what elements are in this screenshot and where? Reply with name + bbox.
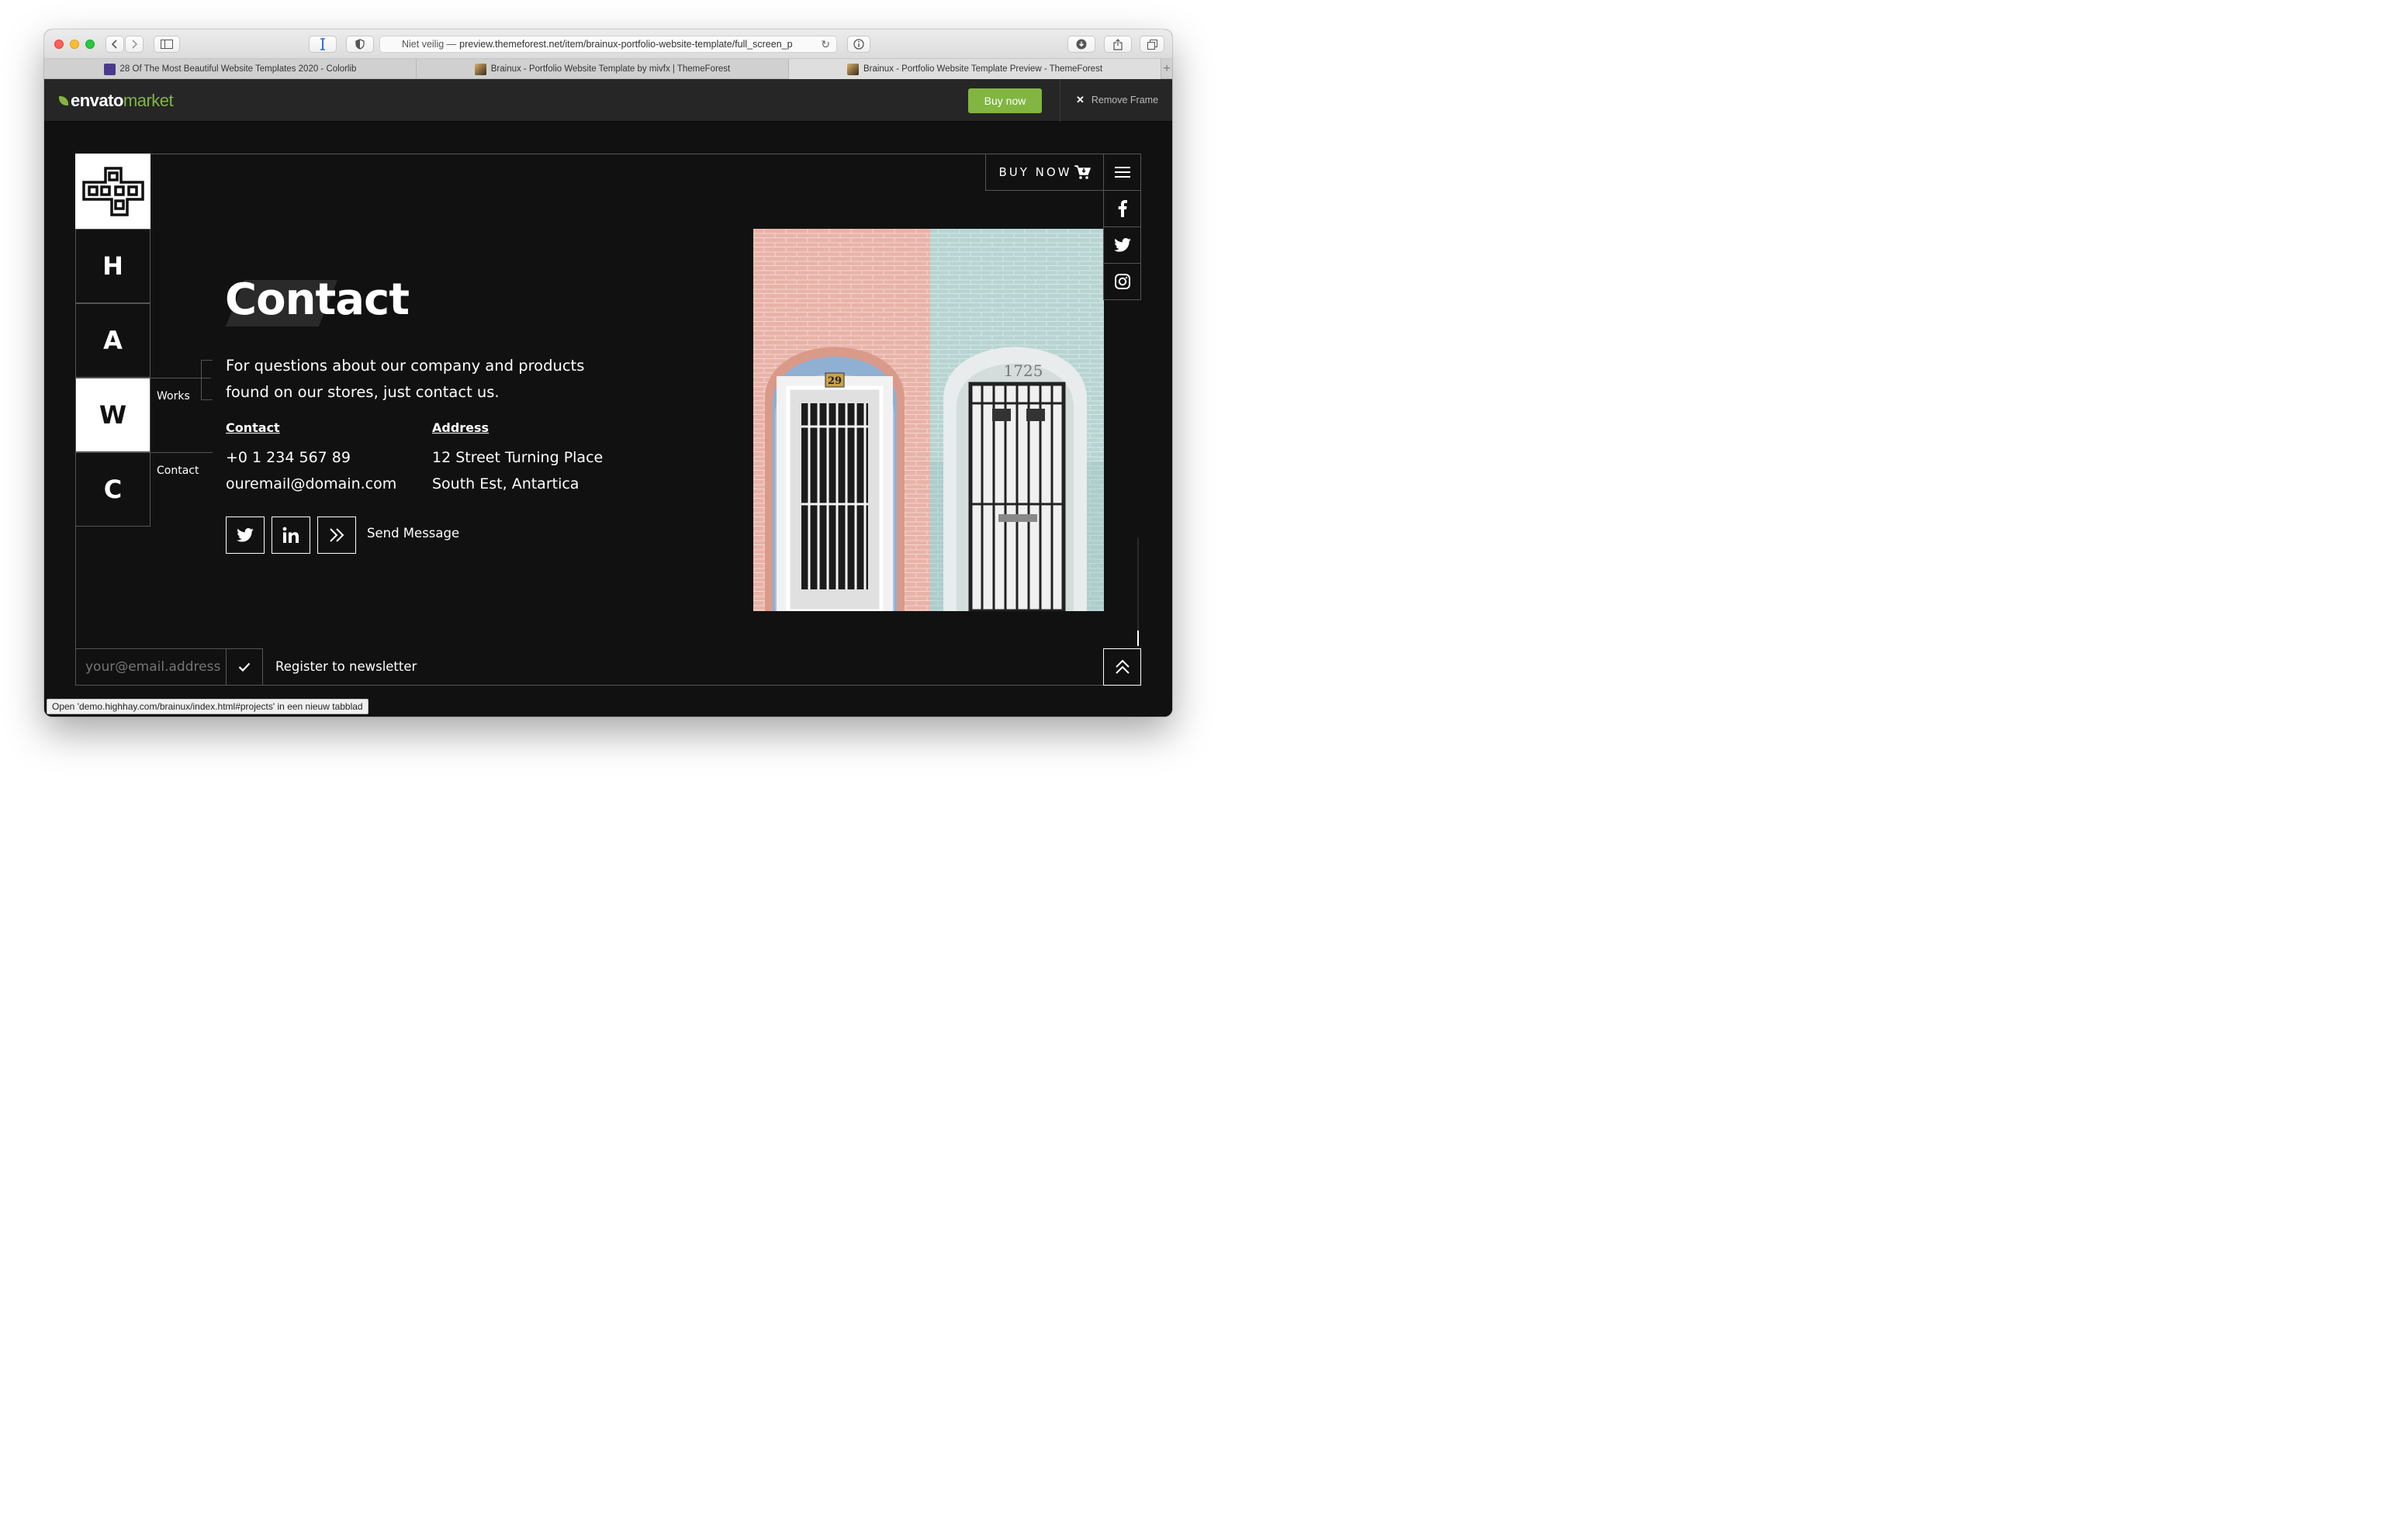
- doors-photo: 29 1725: [753, 229, 1104, 611]
- close-icon: ✕: [1076, 94, 1085, 105]
- tab-bar: 28 Of The Most Beautiful Website Templat…: [44, 59, 1172, 79]
- tab-themeforest-item[interactable]: Brainux - Portfolio Website Template by …: [417, 59, 789, 79]
- address-bar[interactable]: Niet veilig — preview.themeforest.net/it…: [379, 36, 837, 53]
- contact-phone[interactable]: +0 1 234 567 89: [226, 449, 351, 466]
- back-button[interactable]: [106, 36, 124, 53]
- download-icon: [1076, 39, 1087, 50]
- twitter-icon: [237, 528, 254, 542]
- remove-frame-label: Remove Frame: [1091, 95, 1159, 105]
- instagram-link-button[interactable]: [1103, 263, 1141, 300]
- minimize-window-button[interactable]: [70, 40, 79, 49]
- newsletter-email-input[interactable]: [75, 648, 227, 686]
- send-message-arrow-button[interactable]: [317, 517, 356, 554]
- chevron-left-icon: [111, 40, 117, 49]
- linkedin-icon: [282, 527, 299, 543]
- newsletter-submit-button[interactable]: [226, 648, 263, 686]
- intro-text: For questions about our company and prod…: [226, 357, 585, 401]
- tab-overview-button[interactable]: [1140, 36, 1164, 53]
- site-logo[interactable]: [75, 154, 150, 229]
- colorlib-favicon-icon: [103, 63, 116, 75]
- tab-label: Brainux - Portfolio Website Template by …: [490, 64, 731, 74]
- menu-button[interactable]: [1103, 154, 1141, 191]
- scroll-indicator[interactable]: [1137, 631, 1139, 646]
- doors-illustration: 29 1725: [753, 229, 1104, 611]
- newsletter-label: Register to newsletter: [275, 659, 417, 674]
- envato-preview-bar: envato market Buy now ✕ Remove Frame: [44, 79, 1172, 122]
- nav-divider: [150, 452, 213, 453]
- forward-button[interactable]: [125, 36, 144, 53]
- nav-item-contact[interactable]: C: [75, 452, 150, 527]
- buy-now-label: BUY NOW: [998, 165, 1072, 179]
- shield-icon: [355, 39, 365, 50]
- nav-item-about[interactable]: A: [75, 303, 150, 378]
- downloads-button[interactable]: [1067, 36, 1095, 53]
- sidebar-toggle-button[interactable]: [154, 36, 180, 53]
- address-line-1: 12 Street Turning Place: [432, 449, 604, 466]
- scroll-track[interactable]: [1137, 537, 1139, 646]
- tab-colorlib[interactable]: 28 Of The Most Beautiful Website Templat…: [44, 59, 417, 79]
- remove-frame-button[interactable]: ✕ Remove Frame: [1076, 94, 1158, 106]
- scroll-to-top-button[interactable]: [1103, 648, 1141, 686]
- send-message-link[interactable]: Send Message: [367, 526, 459, 541]
- double-chevron-up-icon: [1115, 659, 1130, 674]
- envato-leaf-icon: [59, 96, 68, 105]
- share-icon: [1113, 38, 1123, 50]
- nav-bracket: [201, 360, 213, 400]
- instagram-icon: [1114, 274, 1130, 289]
- close-window-button[interactable]: [54, 40, 64, 49]
- address-heading: Address: [432, 420, 490, 435]
- address-line-2: South Est, Antartica: [432, 475, 580, 492]
- address-security-label: Niet veilig —: [402, 39, 457, 50]
- nav-item-home[interactable]: H: [75, 229, 150, 303]
- contact-heading: Contact: [226, 420, 280, 435]
- tabs-icon: [1147, 39, 1157, 50]
- site-viewport: H A W C Works Contact Contact For questi…: [44, 123, 1172, 717]
- privacy-shield-button[interactable]: [346, 36, 374, 53]
- logo-text-envato: envato: [71, 91, 123, 110]
- themeforest-favicon-icon: [474, 63, 486, 75]
- cart-icon: [1074, 165, 1091, 179]
- nav-label-works[interactable]: Works: [157, 390, 190, 403]
- door-number-left: 29: [828, 375, 842, 387]
- page-title: Contact: [225, 275, 410, 325]
- themeforest-favicon-icon: [846, 63, 859, 75]
- double-chevron-right-icon: [330, 528, 344, 542]
- twitter-side-button[interactable]: [1103, 226, 1141, 264]
- reader-info-button[interactable]: [847, 36, 870, 53]
- twitter-icon: [1113, 238, 1131, 252]
- logo-text-market: market: [123, 91, 174, 110]
- checkmark-icon: [238, 662, 251, 672]
- tab-label: Brainux - Portfolio Website Template Pre…: [863, 64, 1103, 74]
- chevron-right-icon: [132, 40, 138, 49]
- text-cursor-button[interactable]: [309, 36, 337, 53]
- text-cursor-icon: [320, 38, 325, 50]
- envato-market-logo[interactable]: envato market: [59, 91, 174, 111]
- facebook-link-button[interactable]: [1103, 190, 1141, 227]
- reload-icon[interactable]: ↻: [821, 38, 830, 51]
- brainux-logo-icon: [81, 166, 144, 216]
- browser-toolbar: Niet veilig — preview.themeforest.net/it…: [44, 29, 1172, 59]
- envato-buy-now-button[interactable]: Buy now: [968, 88, 1042, 113]
- site-buy-now-button[interactable]: BUY NOW: [985, 154, 1104, 191]
- nav-label-contact[interactable]: Contact: [157, 465, 199, 477]
- twitter-link-button[interactable]: [226, 517, 265, 554]
- browser-window: Niet veilig — preview.themeforest.net/it…: [44, 29, 1172, 717]
- contact-email[interactable]: ouremail@domain.com: [226, 475, 396, 492]
- facebook-icon: [1118, 200, 1127, 217]
- new-tab-plus-icon[interactable]: +: [1161, 59, 1172, 78]
- hamburger-menu-icon: [1114, 167, 1130, 178]
- linkedin-link-button[interactable]: [272, 517, 310, 554]
- tab-label: 28 Of The Most Beautiful Website Templat…: [119, 64, 357, 74]
- zoom-window-button[interactable]: [85, 40, 95, 49]
- share-button[interactable]: [1104, 36, 1132, 53]
- nav-item-works[interactable]: W: [75, 378, 150, 452]
- info-icon: [853, 39, 864, 50]
- door-number-right: 1725: [1004, 361, 1043, 380]
- link-status-tooltip: Open 'demo.highhay.com/brainux/index.htm…: [47, 699, 368, 714]
- tab-themeforest-preview[interactable]: Brainux - Portfolio Website Template Pre…: [789, 59, 1161, 79]
- sidebar-icon: [161, 40, 173, 49]
- address-url: preview.themeforest.net/item/brainux-por…: [459, 39, 793, 50]
